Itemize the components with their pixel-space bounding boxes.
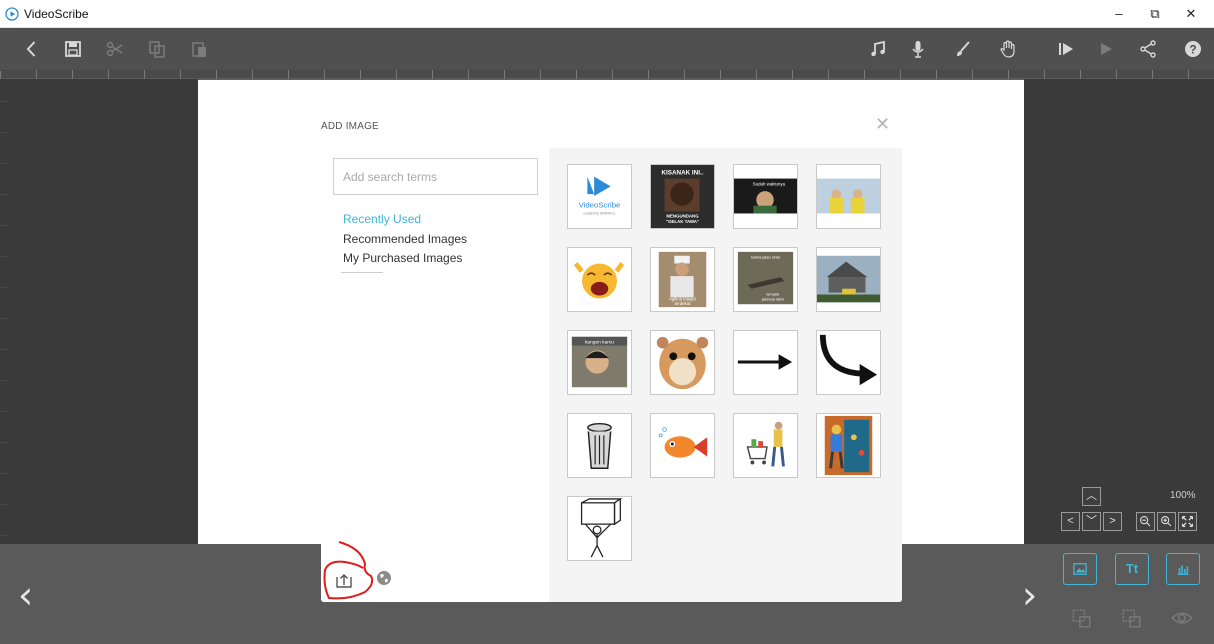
thumbnail-house-moving-truck[interactable] [816,247,881,312]
share-icon[interactable] [1136,37,1160,61]
music-icon[interactable] [866,37,890,61]
zoom-in-icon[interactable] [1157,512,1176,531]
thumb-text: kukira jalan cinta [751,255,781,260]
zoom-level: 100% [1170,490,1196,501]
pan-left-button[interactable]: < [1061,512,1080,531]
horizontal-ruler [0,70,1214,79]
thumbnail-curved-arrow[interactable] [816,330,881,395]
play-icon[interactable] [1094,37,1118,61]
play-from-here-icon[interactable] [1054,37,1078,61]
thumb-text: KISANAK INI.. [662,170,704,177]
timeline-next-icon[interactable]: › [1022,576,1037,614]
canvas-offstage-left [0,70,198,544]
window-title: VideoScribe [24,7,89,21]
thumb-text: jatuhnya disini [761,297,784,301]
zoom-out-icon[interactable] [1136,512,1155,531]
close-window-button[interactable]: ✕ [1176,4,1206,24]
globe-icon[interactable] [376,570,392,586]
title-bar: VideoScribe – ⧉ ✕ [0,0,1214,28]
cut-icon[interactable] [103,37,127,61]
dialog-close-icon[interactable]: ✕ [875,114,890,135]
red-annotation-mark [323,541,374,600]
menu-divider [341,272,383,273]
search-input[interactable] [333,158,538,195]
thumbnail-shopping-cart-man[interactable] [733,413,798,478]
hand-icon[interactable] [996,37,1020,61]
minimize-button[interactable]: – [1104,4,1134,24]
copy-icon[interactable] [145,37,169,61]
thumb-text: kangen kamu [585,340,614,346]
vertical-ruler [0,70,9,544]
menu-purchased-images[interactable]: My Purchased Images [343,251,462,265]
thumbnail-meme-kisanak-ini[interactable]: KISANAK INI.. MENGUNDANG "GELAK TAWA" [650,164,715,229]
thumbnail-videoscribe-logo[interactable]: VideoScribe created by SPARKOL [567,164,632,229]
thumbnail-meme-yellow-people[interactable] [816,164,881,229]
thumb-text: "GELAK TAWA" [666,219,699,224]
add-chart-button[interactable] [1166,553,1200,585]
upload-icon[interactable] [335,571,353,589]
thumb-text: Sudah waktunya [753,181,786,186]
brush-icon[interactable] [951,37,975,61]
thumb-text: terdekat [675,301,692,306]
thumbnail-meme-kukira-jalan-cinta[interactable]: kukira jalan cinta ternyata jatuhnya dis… [733,247,798,312]
camera-x-icon[interactable] [1120,607,1142,634]
thumbnail-meme-sudah-waktunya[interactable]: Sudah waktunya [733,164,798,229]
add-image-dialog: ADD IMAGE ✕ Recently Used Recommended Im… [321,100,902,602]
dialog-header: ADD IMAGE ✕ [321,100,902,148]
thumb-text: created by SPARKOL [583,211,616,215]
add-image-button[interactable] [1063,553,1097,585]
pan-down-button[interactable]: ﹀ [1082,512,1101,531]
add-text-button[interactable]: Tt [1115,553,1149,585]
thumbnail-cartoon-fish[interactable] [650,413,715,478]
thumbnail-crying-emoji[interactable] [567,247,632,312]
thumbnail-straight-arrow[interactable] [733,330,798,395]
thumbnail-meme-chef[interactable]: ngikuti masjid terdekat [650,247,715,312]
main-toolbar: ? [0,28,1214,70]
image-source-panel: Recently Used Recommended Images My Purc… [321,148,549,602]
thumb-text: MENGUNDANG [666,213,699,218]
thumb-text: ternyata [766,292,779,296]
pan-right-button[interactable]: > [1103,512,1122,531]
thumbnail-boy-aquarium[interactable] [816,413,881,478]
image-grid: VideoScribe created by SPARKOL KISANAK I… [549,148,902,602]
thumb-text: VideoScribe [579,201,621,210]
restore-button[interactable]: ⧉ [1140,4,1170,24]
dialog-title-text: ADD IMAGE [321,121,379,132]
thumbnail-hamster[interactable] [650,330,715,395]
videoscribe-logo-icon [5,7,19,21]
save-icon[interactable] [61,37,85,61]
thumbnail-selfie-boy[interactable]: kangen kamu [567,330,632,395]
preview-eye-icon[interactable] [1170,607,1194,634]
timeline-prev-icon[interactable]: ‹ [18,576,33,614]
help-icon[interactable]: ? [1181,37,1205,61]
canvas-offstage-right [1024,70,1214,544]
menu-recommended-images[interactable]: Recommended Images [343,232,467,246]
camera-check-icon[interactable] [1070,607,1092,634]
pan-up-button[interactable]: ︿ [1082,487,1101,506]
thumbnail-trash-can[interactable] [567,413,632,478]
thumbnail-man-carrying-box[interactable] [567,496,632,561]
back-icon[interactable] [20,37,44,61]
menu-recently-used[interactable]: Recently Used [343,212,421,226]
svg-text:?: ? [1189,43,1196,57]
microphone-icon[interactable] [906,37,930,61]
paste-icon[interactable] [187,37,211,61]
fit-screen-icon[interactable] [1178,512,1197,531]
